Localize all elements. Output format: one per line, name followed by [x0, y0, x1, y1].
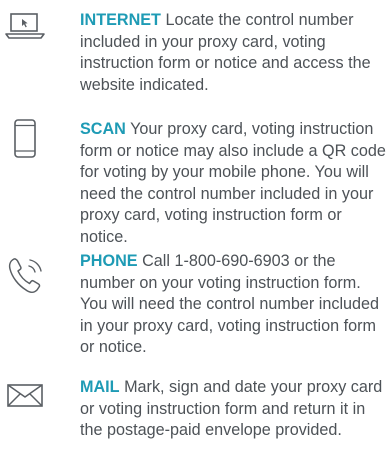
- laptop-icon: [5, 13, 45, 39]
- mail-instruction: MAIL Mark, sign and date your proxy card…: [80, 377, 389, 442]
- phone-icon: [8, 258, 42, 293]
- phone-instruction: PHONE Call 1-800-690-6903 or the number …: [80, 251, 389, 359]
- smartphone-icon: [14, 119, 36, 158]
- scan-body: Your proxy card, voting instruction form…: [80, 120, 386, 246]
- phone-keyword: PHONE: [80, 252, 138, 270]
- mail-body: Mark, sign and date your proxy card or v…: [80, 378, 383, 440]
- scan-keyword: SCAN: [80, 120, 126, 138]
- mail-keyword: MAIL: [80, 378, 120, 396]
- envelope-icon: [7, 384, 43, 407]
- internet-keyword: INTERNET: [80, 11, 161, 29]
- scan-instruction: SCAN Your proxy card, voting instruction…: [80, 119, 389, 249]
- internet-instruction: INTERNET Locate the control number inclu…: [80, 10, 389, 96]
